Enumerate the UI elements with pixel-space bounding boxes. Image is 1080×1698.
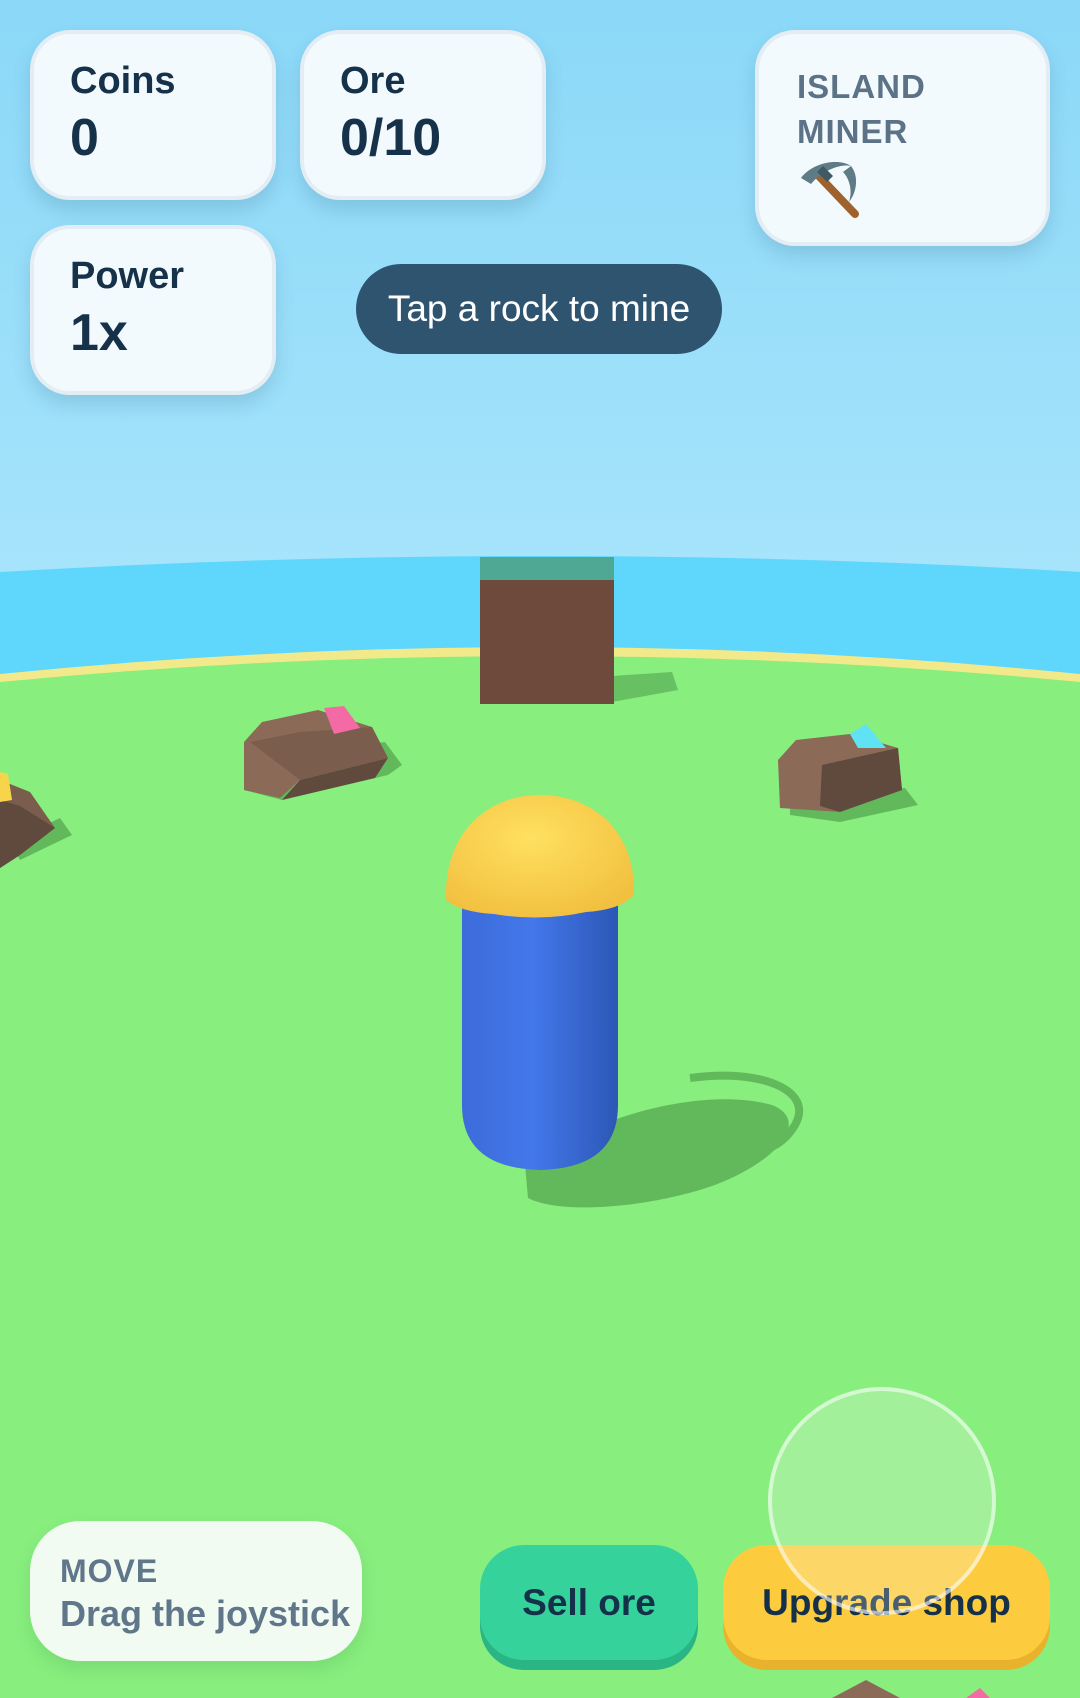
game-title-line2: MINER	[797, 113, 909, 150]
game-title-card: ISLAND MINER	[755, 30, 1050, 246]
player-character	[445, 795, 635, 1170]
ore-value: 0/10	[340, 109, 442, 167]
coins-label: Coins	[70, 60, 176, 102]
power-value: 1x	[70, 304, 128, 362]
move-instruction: MOVE Drag the joystick	[30, 1521, 362, 1661]
game-title-line1: ISLAND	[797, 68, 926, 105]
power-label: Power	[70, 255, 185, 297]
teal-block-top	[480, 557, 614, 583]
move-label: MOVE	[60, 1553, 159, 1589]
coins-counter: Coins 0	[30, 30, 276, 200]
brown-block[interactable]	[480, 580, 614, 704]
power-counter: Power 1x	[30, 225, 276, 395]
coins-value: 0	[70, 109, 99, 167]
joystick[interactable]	[768, 1387, 996, 1615]
sell-ore-button[interactable]: Sell ore	[480, 1545, 698, 1660]
ore-label: Ore	[340, 60, 406, 102]
player-body	[462, 905, 618, 1170]
ore-counter: Ore 0/10	[300, 30, 546, 200]
pickaxe-icon	[801, 162, 859, 218]
move-description: Drag the joystick	[60, 1593, 351, 1634]
game-title: ISLAND MINER	[797, 64, 997, 154]
mining-hint: Tap a rock to mine	[356, 264, 722, 354]
